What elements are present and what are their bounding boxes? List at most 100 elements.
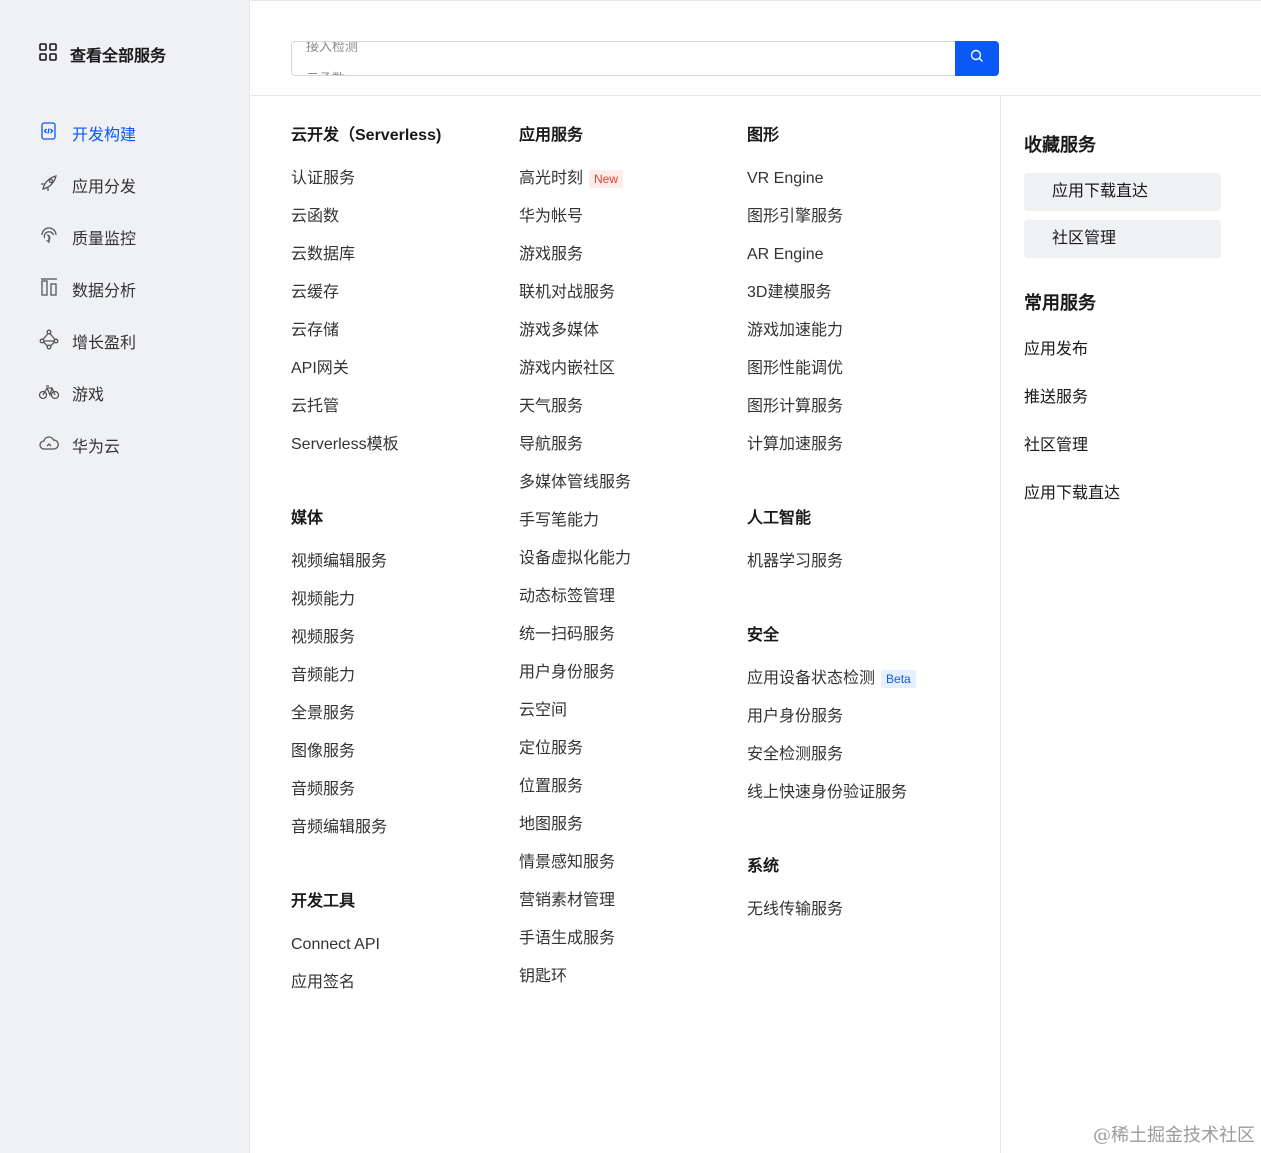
common-service-item[interactable]: 社区管理 [1024,434,1221,482]
service-link[interactable]: API网关 [291,350,441,388]
common-services-title: 常用服务 [1024,293,1096,313]
service-link[interactable]: 联机对战服务 [519,274,631,312]
service-label: 云存储 [291,322,340,339]
service-link[interactable]: 统一扫码服务 [519,616,631,654]
service-link[interactable]: 线上快速身份验证服务 [747,774,916,812]
service-link[interactable]: 位置服务 [519,768,631,806]
service-label: 云缓存 [291,284,340,301]
service-group-title: 开发工具 [291,893,356,910]
service-link[interactable]: 动态标签管理 [519,578,631,616]
favorites-title: 收藏服务 [1024,135,1096,155]
service-label: 无线传输服务 [747,901,844,918]
service-link[interactable]: 机器学习服务 [747,543,916,581]
service-link[interactable]: 视频编辑服务 [291,543,441,581]
service-link[interactable]: 图形引擎服务 [747,198,916,236]
sidebar-item-4[interactable]: 数据分析 [38,276,136,302]
search-input[interactable]: 接入检测 云函数 [291,41,955,76]
service-link[interactable]: 多媒体管线服务 [519,464,631,502]
service-link[interactable]: 应用设备状态检测 Beta [747,660,916,698]
service-link[interactable]: 设备虚拟化能力 [519,540,631,578]
service-link[interactable]: 应用签名 [291,964,441,1002]
service-label: 视频服务 [291,629,356,646]
service-link[interactable]: AR Engine [747,236,916,274]
service-label: 联机对战服务 [519,284,616,301]
common-service-item[interactable]: 应用下载直达 [1024,482,1221,530]
service-link[interactable]: 用户身份服务 [747,698,916,736]
sidebar-item-2[interactable]: 应用分发 [38,172,136,198]
service-label: 3D建模服务 [747,284,832,301]
service-link[interactable]: Connect API [291,926,441,964]
service-link[interactable]: 营销素材管理 [519,882,631,920]
service-group: 云开发（Serverless) 认证服务 云函数 云数据库 云缓存 云存储 API网关 云托管… [291,116,441,464]
sidebar-item-5[interactable]: 增长盈利 [38,328,136,354]
sidebar-item-label: 数据分析 [72,283,137,300]
service-label: 安全检测服务 [747,746,844,763]
favorite-service-item[interactable]: 应用下载直达 [1024,173,1221,211]
sidebar-nav: 开发构建应用分发质量监控数据分析增长盈利游戏华为云 [38,120,136,484]
service-label: 认证服务 [291,170,356,187]
service-group-title: 应用服务 [519,127,584,144]
service-link[interactable]: 图形性能调优 [747,350,916,388]
service-link[interactable]: 3D建模服务 [747,274,916,312]
service-link[interactable]: 游戏内嵌社区 [519,350,631,388]
service-link[interactable]: 视频能力 [291,581,441,619]
services-column-3: 图形 VR Engine 图形引擎服务 AR Engine 3D建模服务 游戏加速能力 图形… [747,116,916,964]
service-link[interactable]: 用户身份服务 [519,654,631,692]
service-link[interactable]: 情景感知服务 [519,844,631,882]
service-link[interactable]: 手写笔能力 [519,502,631,540]
services-column-1: 云开发（Serverless) 认证服务 云函数 云数据库 云缓存 云存储 API网关 云托管… [291,116,441,1037]
service-link[interactable]: 手语生成服务 [519,920,631,958]
service-link[interactable]: 钥匙环 [519,958,631,996]
service-link[interactable]: 定位服务 [519,730,631,768]
code-file-icon [38,120,60,147]
service-link[interactable]: 游戏加速能力 [747,312,916,350]
service-link[interactable]: 地图服务 [519,806,631,844]
service-label: 音频服务 [291,781,356,798]
service-link[interactable]: 音频服务 [291,771,441,809]
service-label: 游戏内嵌社区 [519,360,616,377]
service-link[interactable]: 图像服务 [291,733,441,771]
service-link[interactable]: 云缓存 [291,274,441,312]
sidebar-item-label: 增长盈利 [72,335,137,352]
sidebar-item-3[interactable]: 质量监控 [38,224,136,250]
service-link[interactable]: 游戏多媒体 [519,312,631,350]
service-label: 全景服务 [291,705,356,722]
service-link[interactable]: VR Engine [747,160,916,198]
service-link[interactable]: 天气服务 [519,388,631,426]
service-link[interactable]: 音频编辑服务 [291,809,441,847]
service-label: 情景感知服务 [519,854,616,871]
service-link[interactable]: 图形计算服务 [747,388,916,426]
service-link[interactable]: 云数据库 [291,236,441,274]
service-link[interactable]: 全景服务 [291,695,441,733]
sidebar-item-6[interactable]: 游戏 [38,380,136,406]
all-services-header[interactable]: 查看全部服务 [38,42,166,66]
common-service-item[interactable]: 推送服务 [1024,386,1221,434]
service-link[interactable]: Serverless模板 [291,426,441,464]
service-link[interactable]: 认证服务 [291,160,441,198]
service-link[interactable]: 音频能力 [291,657,441,695]
service-link[interactable]: 安全检测服务 [747,736,916,774]
service-link[interactable]: 计算加速服务 [747,426,916,464]
service-link[interactable]: 视频服务 [291,619,441,657]
service-link[interactable]: 游戏服务 [519,236,631,274]
service-link[interactable]: 云空间 [519,692,631,730]
bicycle-icon [38,380,60,407]
sidebar-item-1[interactable]: 开发构建 [38,120,136,146]
search-button[interactable] [955,41,999,76]
service-link[interactable]: 导航服务 [519,426,631,464]
service-label: 多媒体管线服务 [519,474,632,491]
service-group-title: 系统 [747,858,780,875]
service-label: 设备虚拟化能力 [519,550,632,567]
service-link[interactable]: 云函数 [291,198,441,236]
sidebar-item-7[interactable]: 华为云 [38,432,136,458]
favorite-service-item[interactable]: 社区管理 [1024,220,1221,258]
service-link[interactable]: 华为帐号 [519,198,631,236]
grid-icon [38,42,58,67]
common-service-item[interactable]: 应用发布 [1024,338,1221,386]
service-link[interactable]: 云存储 [291,312,441,350]
service-link[interactable]: 无线传输服务 [747,891,916,929]
service-link[interactable]: 云托管 [291,388,441,426]
service-link[interactable]: 高光时刻 New [519,160,631,198]
service-label: 视频编辑服务 [291,553,388,570]
service-label: 音频能力 [291,667,356,684]
